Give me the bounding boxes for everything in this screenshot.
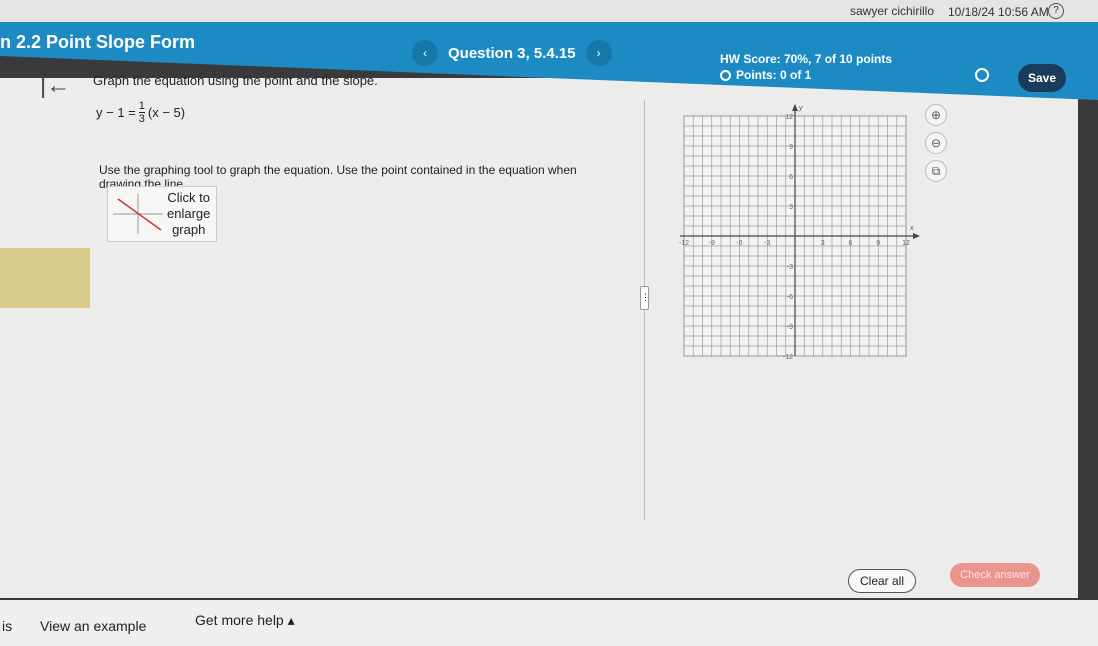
clear-all-button[interactable]: Clear all [848, 569, 916, 593]
instruction: Graph the equation using the point and t… [93, 73, 378, 88]
x-tick-label: 6 [849, 240, 853, 247]
y-tick-label: -6 [787, 294, 793, 301]
top-bar: sawyer cichirillo 10/18/24 10:56 AM ? [0, 0, 1098, 22]
points-text: Points: 0 of 1 [736, 68, 812, 82]
check-answer-button[interactable]: Check answer [950, 563, 1040, 587]
x-tick-label: -6 [736, 240, 742, 247]
points: Points: 0 of 1 [720, 68, 811, 82]
datetime: 10/18/24 10:56 AM [948, 5, 1049, 19]
zoom-in-icon[interactable]: ⊕ [925, 104, 947, 126]
y-axis-label: y [798, 105, 803, 112]
popout-icon[interactable]: ⧉ [925, 160, 947, 182]
progress-ring-icon [720, 69, 731, 81]
help-icon[interactable]: ? [1048, 3, 1064, 19]
settings-icon[interactable] [975, 68, 989, 82]
section-title: n 2.2 Point Slope Form [0, 32, 196, 52]
x-arrow [913, 233, 920, 239]
panel-divider[interactable] [644, 100, 645, 520]
denominator: 3 [138, 113, 145, 125]
bottom-left-text: is [2, 618, 13, 634]
slope-fraction: 13 [138, 100, 145, 125]
graph-thumbnail-icon [113, 194, 163, 234]
sidebar-highlight [0, 248, 90, 308]
zoom-out-icon[interactable]: ⊖ [925, 132, 947, 154]
equation: y − 1 = 13 (x − 5) [96, 100, 185, 125]
bottom-bar: is View an example Get more help ▴ [0, 600, 1098, 646]
eq-left: y − 1 = [96, 105, 136, 120]
y-tick-label: 12 [785, 114, 793, 121]
coordinate-graph[interactable]: x y -12 -12 -9 -9 -6 -6 -3 -3 3 3 6 6 9 9 12 12 [670, 100, 925, 375]
x-tick-label: 9 [876, 240, 880, 247]
x-tick-label: -12 [679, 240, 689, 247]
y-tick-label: 6 [789, 174, 793, 181]
numerator: 1 [138, 100, 145, 113]
eq-right: (x − 5) [147, 105, 186, 120]
question-label: Question 3, 5.4.15 [448, 44, 576, 62]
resize-handle[interactable]: ⋮ [640, 286, 650, 310]
enlarge-graph-button[interactable]: Click to enlarge graph [107, 186, 217, 242]
prev-question-button[interactable]: ‹ [412, 40, 438, 66]
question-nav: ‹ Question 3, 5.4.15 › [412, 40, 612, 66]
x-tick-label: 12 [902, 240, 910, 247]
thumb-label-3: graph [172, 222, 206, 237]
thumb-label-2: enlarge [167, 206, 211, 221]
x-tick-label: -9 [709, 240, 715, 247]
next-question-button[interactable]: › [585, 40, 612, 66]
get-more-help-link[interactable]: Get more help ▴ [195, 612, 295, 629]
y-tick-label: -12 [783, 354, 793, 361]
save-button[interactable]: Save [1018, 64, 1066, 92]
y-tick-label: 3 [789, 204, 793, 211]
user-name: sawyer cichirillo [850, 4, 935, 18]
x-axis-label: x [909, 225, 914, 232]
y-tick-label: -9 [787, 324, 793, 331]
view-example-link[interactable]: View an example [40, 618, 146, 634]
hw-score: HW Score: 70%, 7 of 10 points [720, 52, 893, 66]
y-tick-label: -3 [787, 264, 793, 271]
thumb-label-1: Click to [167, 190, 210, 205]
x-tick-label: 3 [821, 240, 825, 247]
y-arrow [792, 104, 798, 111]
collapse-arrow-icon[interactable]: |← [40, 72, 70, 100]
x-tick-label: -3 [764, 240, 770, 247]
y-tick-label: 9 [789, 144, 793, 151]
